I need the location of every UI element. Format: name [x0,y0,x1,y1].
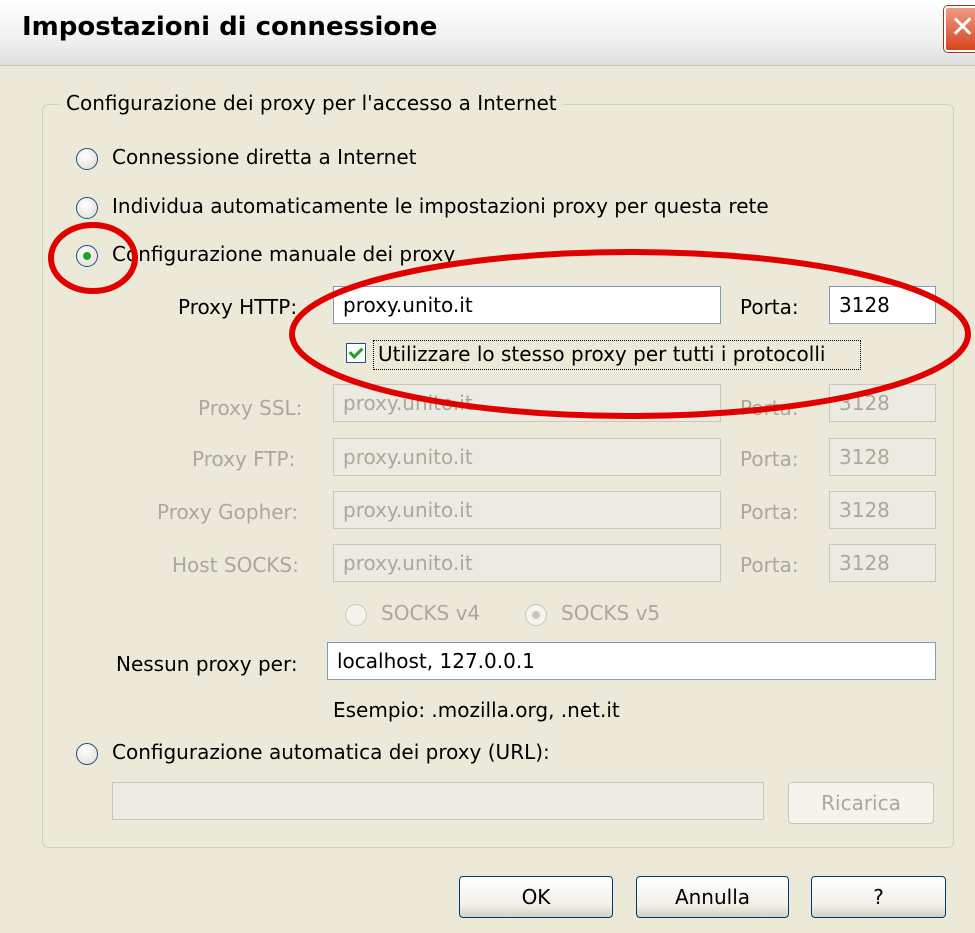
radio-manual-proxy[interactable] [76,245,98,267]
socks-port-field[interactable]: 3128 [829,544,936,582]
no-proxy-label: Nessun proxy per: [116,652,298,676]
same-proxy-checkbox[interactable] [346,343,366,363]
ftp-port-label: Porta: [740,447,799,471]
ssl-port-label: Porta: [740,396,799,420]
gopher-proxy-label: Proxy Gopher: [157,500,299,524]
radio-socks-v4-label: SOCKS v4 [381,601,481,625]
reload-button[interactable]: Ricarica [788,782,934,824]
socks-host-label: Host SOCKS: [172,553,299,577]
radio-socks-v4[interactable] [345,604,367,626]
cancel-button[interactable]: Annulla [636,876,789,918]
no-proxy-example: Esempio: .mozilla.org, .net.it [333,698,620,722]
http-proxy-label: Proxy HTTP: [178,295,298,319]
radio-direct-connection-label: Connessione diretta a Internet [112,145,417,169]
same-proxy-label: Utilizzare lo stesso proxy per tutti i p… [378,342,826,366]
group-legend: Configurazione dei proxy per l'accesso a… [60,91,563,115]
ssl-proxy-field[interactable]: proxy.unito.it [333,384,721,422]
radio-auto-detect[interactable] [76,197,98,219]
radio-auto-config-url[interactable] [76,743,98,765]
gopher-port-label: Porta: [740,500,799,524]
ssl-proxy-label: Proxy SSL: [198,396,303,420]
radio-direct-connection[interactable] [76,148,98,170]
help-button[interactable]: ? [811,876,946,918]
ftp-proxy-label: Proxy FTP: [192,447,296,471]
socks-port-label: Porta: [740,553,799,577]
http-port-field[interactable]: 3128 [829,286,936,324]
ok-button[interactable]: OK [459,876,613,918]
http-port-label: Porta: [740,295,799,319]
socks-host-field[interactable]: proxy.unito.it [333,544,721,582]
auto-config-url-field[interactable] [112,782,764,820]
title-bar: Impostazioni di connessione ✕ [0,0,975,66]
window-title: Impostazioni di connessione [22,12,438,42]
radio-socks-v5[interactable] [525,604,547,626]
close-icon[interactable]: ✕ [944,6,975,52]
radio-manual-proxy-label: Configurazione manuale dei proxy [112,242,456,266]
ssl-port-field[interactable]: 3128 [829,384,936,422]
no-proxy-field[interactable]: localhost, 127.0.0.1 [327,642,936,680]
radio-socks-v5-label: SOCKS v5 [561,601,661,625]
ftp-port-field[interactable]: 3128 [829,438,936,476]
http-proxy-field[interactable]: proxy.unito.it [333,286,721,324]
radio-auto-config-url-label: Configurazione automatica dei proxy (URL… [112,740,550,764]
radio-auto-detect-label: Individua automaticamente le impostazion… [112,194,769,218]
gopher-proxy-field[interactable]: proxy.unito.it [333,491,721,529]
ftp-proxy-field[interactable]: proxy.unito.it [333,438,721,476]
gopher-port-field[interactable]: 3128 [829,491,936,529]
